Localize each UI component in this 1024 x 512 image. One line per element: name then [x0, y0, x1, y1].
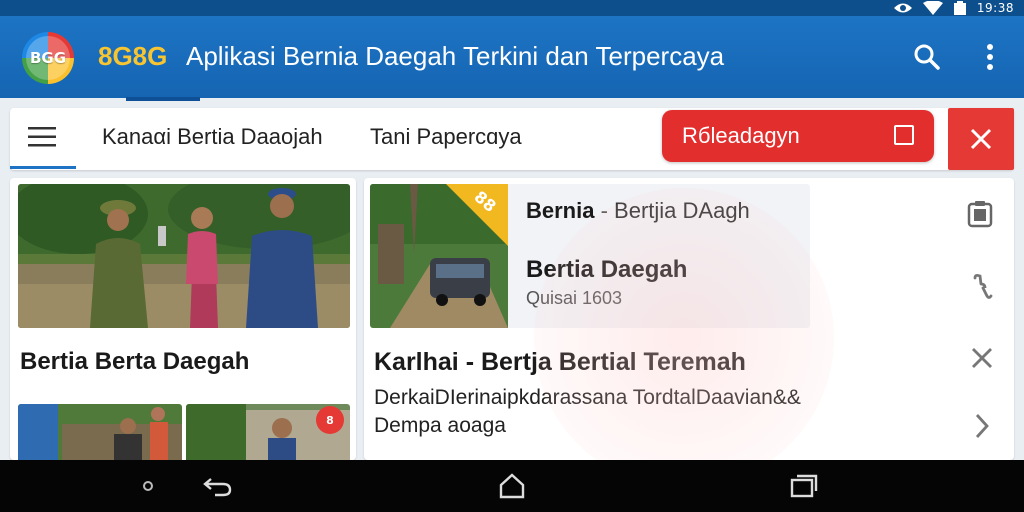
status-bar: 19:38 — [0, 0, 1024, 16]
featured-separator: - — [594, 198, 615, 223]
app-bar: BGG 8G8G Aplikasi Bernia Daegah Terkini … — [0, 16, 1024, 98]
news-card-right[interactable]: 88 Bernia - Bertjia DAagh Bertia Daegah … — [364, 178, 1014, 460]
square-icon — [894, 125, 914, 145]
app-brand: 8G8G — [98, 41, 168, 71]
action-button[interactable]: Rбleadagyn — [662, 110, 934, 162]
featured-meta: Quisai 1603 — [526, 288, 623, 308]
close-icon — [970, 128, 992, 150]
wifi-icon — [922, 1, 943, 15]
assistant-button[interactable] — [138, 472, 158, 500]
featured-source: Bernia - Bertjia DAagh — [526, 198, 750, 224]
battery-icon — [953, 1, 967, 15]
share-button[interactable] — [966, 270, 998, 302]
news-summary: DerkaiDIerinaipkdarassana TordtalDaavian… — [374, 386, 801, 437]
save-button[interactable] — [964, 198, 996, 230]
menu-button[interactable] — [28, 126, 56, 150]
featured-source-detail: Bertjia DAagh — [614, 198, 750, 223]
featured-source-name: Bernia — [526, 198, 595, 223]
news-thumbnail[interactable] — [18, 404, 182, 460]
news-card-left[interactable]: Bertia Berta Daegah 8 — [10, 178, 356, 460]
status-time: 19:38 — [976, 1, 1014, 15]
tab-trusted[interactable]: Tani Papercɑya — [370, 124, 522, 150]
open-article-button[interactable] — [966, 410, 998, 442]
news-headline[interactable]: Karlhai - Bertja Bertial Teremah — [374, 348, 746, 377]
system-navigation-bar — [0, 460, 1024, 512]
category-nav: Kanaαi Bertia Daaojah Tani Papercɑya Rбl… — [10, 108, 1014, 170]
clipboard-icon — [967, 201, 993, 228]
home-icon — [499, 473, 525, 499]
news-photo-flood[interactable] — [18, 184, 350, 328]
home-button[interactable] — [496, 472, 528, 500]
news-thumbnail[interactable]: 8 — [186, 404, 350, 460]
status-icons: 19:38 — [893, 0, 1014, 16]
recents-icon — [790, 474, 818, 498]
hamburger-icon — [28, 127, 56, 147]
dismiss-button[interactable] — [966, 342, 998, 374]
eye-icon — [893, 1, 913, 15]
thumbnail-badge: 8 — [316, 406, 344, 434]
news-headline[interactable]: Bertia Berta Daegah — [20, 348, 249, 376]
app-logo[interactable]: BGG — [22, 32, 74, 84]
more-vert-icon — [987, 44, 993, 70]
back-icon — [203, 478, 232, 497]
close-button[interactable] — [948, 108, 1014, 170]
nav-active-underline — [10, 166, 76, 169]
app-logo-text: BGG — [29, 49, 67, 67]
dot-icon — [143, 481, 153, 491]
search-icon — [914, 44, 940, 70]
back-button[interactable] — [202, 472, 234, 500]
flood-illustration — [18, 184, 350, 328]
app-logo-inner: BGG — [26, 36, 70, 80]
more-button[interactable] — [975, 40, 1005, 74]
link-icon — [973, 273, 993, 299]
village-illustration — [18, 404, 182, 460]
featured-article[interactable]: 88 Bernia - Bertjia DAagh Bertia Daegah … — [370, 184, 810, 328]
featured-title[interactable]: Bertia Daegah — [526, 256, 687, 284]
action-button-label: Rбleadagyn — [682, 123, 800, 148]
tab-regional-news[interactable]: Kanaαi Bertia Daaojah — [102, 124, 323, 150]
recents-button[interactable] — [788, 472, 820, 500]
close-icon — [972, 348, 992, 368]
chevron-right-icon — [975, 414, 989, 438]
search-button[interactable] — [910, 40, 944, 74]
tab-indicator — [126, 97, 200, 101]
app-title: Aplikasi Bernia Daegah Terkini dan Terpe… — [186, 41, 725, 71]
